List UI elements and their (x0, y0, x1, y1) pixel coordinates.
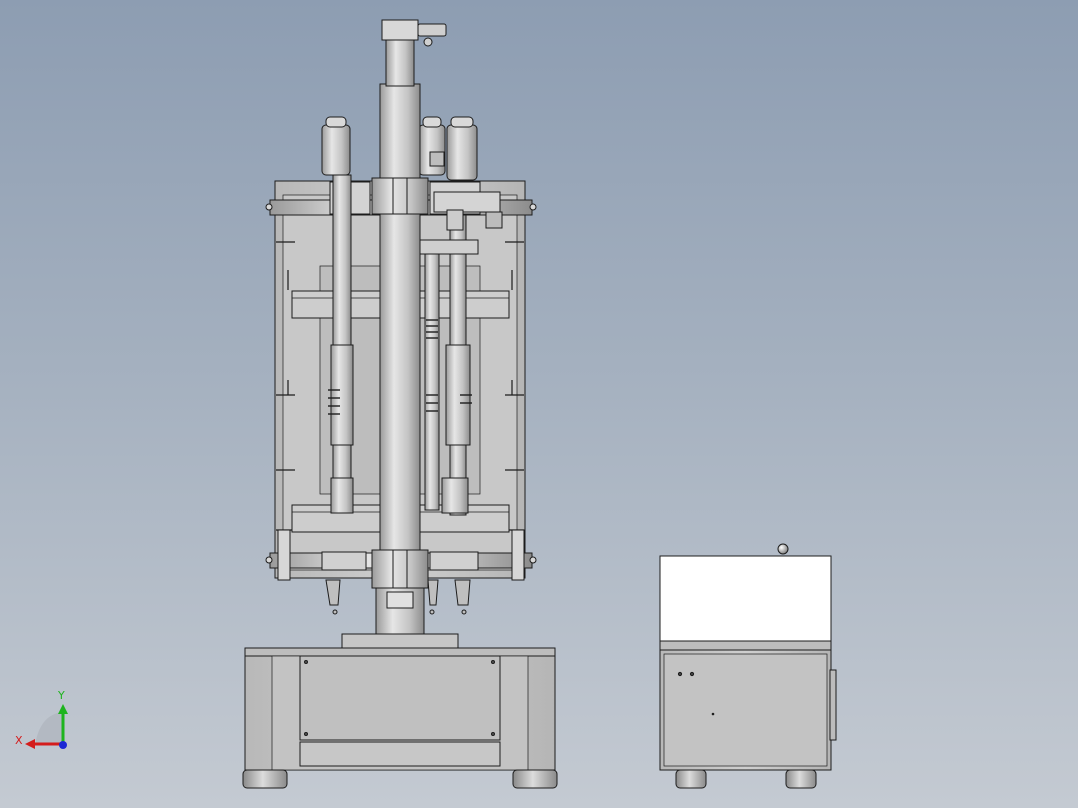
z-axis-dot (59, 741, 67, 749)
valve-block (433, 191, 501, 213)
main-machine-assembly (242, 19, 558, 789)
right-guide-rod-a (424, 239, 440, 511)
cabinet-knob (777, 543, 789, 555)
left-guide-rod (332, 174, 352, 501)
y-axis-label: Y (58, 689, 65, 702)
base-access-door (299, 655, 501, 741)
left-air-cylinder (321, 124, 351, 176)
top-cylinder-cap (381, 19, 419, 41)
cabinet-foot-left (675, 769, 707, 789)
control-cabinet (659, 543, 837, 789)
right-air-cylinder-a (418, 124, 446, 176)
x-axis-label: X (15, 734, 23, 747)
cad-viewport[interactable]: X Y (0, 0, 1078, 808)
base-foot-right (512, 769, 558, 789)
base-foot-left (242, 769, 288, 789)
cabinet-top-panel (659, 555, 832, 643)
right-air-cylinder-b (446, 124, 478, 181)
cabinet-foot-right (785, 769, 817, 789)
orientation-triad (25, 704, 68, 749)
cad-model-view (25, 19, 837, 789)
